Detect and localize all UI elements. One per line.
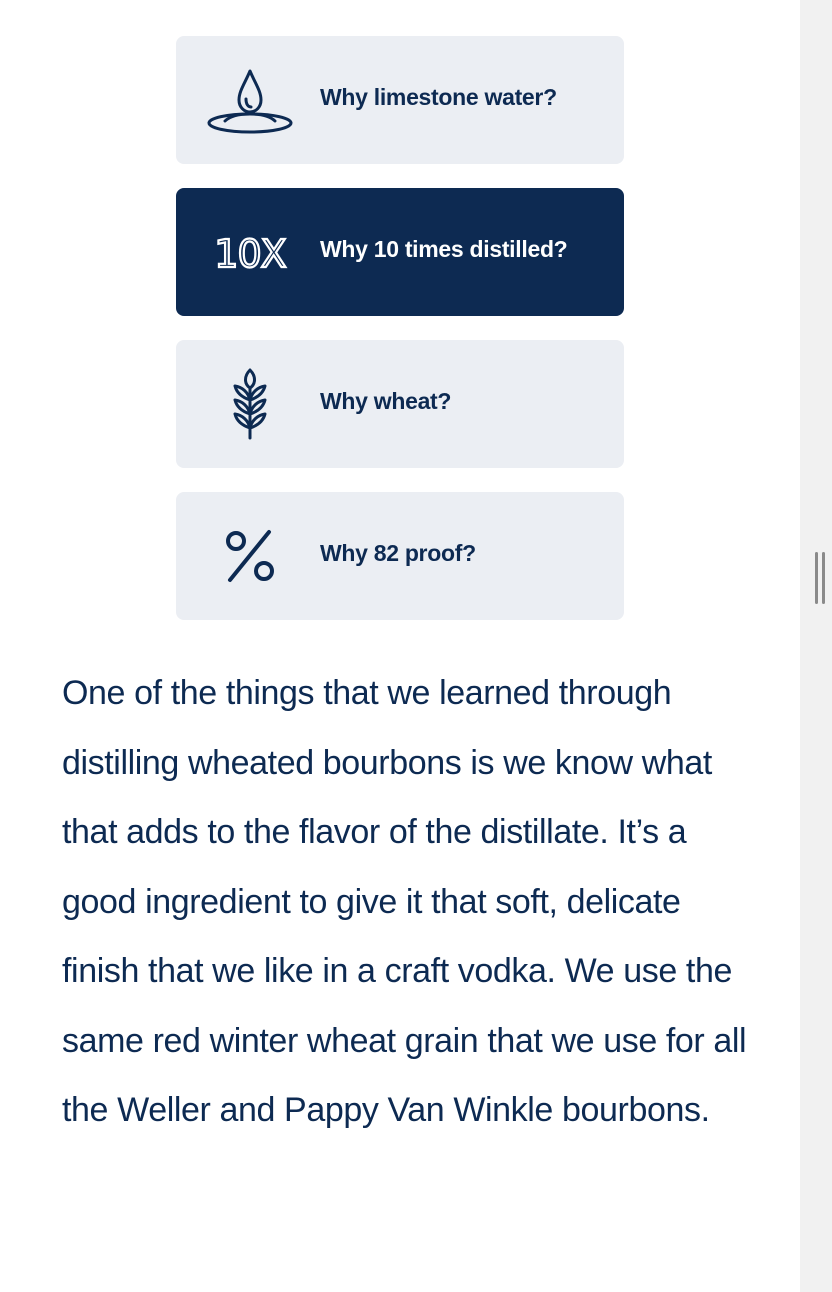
card-limestone-water[interactable]: Why limestone water?	[176, 36, 624, 164]
scrollbar-grip-right[interactable]	[822, 552, 825, 604]
card-label: Why 10 times distilled?	[320, 236, 568, 262]
10x-icon-text: 10X	[214, 232, 285, 272]
scrollbar-track[interactable]	[800, 0, 832, 1292]
scrollbar-grip-left[interactable]	[815, 552, 818, 604]
card-wheat[interactable]: Why wheat?	[176, 340, 624, 468]
10x-icon: 10X	[202, 214, 298, 290]
body-paragraph: One of the things that we learned throug…	[62, 674, 747, 1129]
wheat-icon	[202, 366, 298, 442]
card-label: Why 82 proof?	[320, 540, 476, 566]
page-content: Why limestone water? 10X Why 10 times di…	[0, 0, 800, 1292]
percent-icon	[202, 518, 298, 594]
water-drop-icon	[202, 62, 298, 138]
card-10-times-distilled[interactable]: 10X Why 10 times distilled?	[176, 188, 624, 316]
card-82-proof[interactable]: Why 82 proof?	[176, 492, 624, 620]
card-label: Why wheat?	[320, 388, 452, 414]
card-label: Why limestone water?	[320, 84, 557, 110]
